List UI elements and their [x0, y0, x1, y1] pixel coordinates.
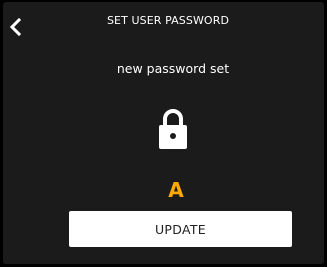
status-message: new password set	[116, 61, 230, 76]
back-button[interactable]	[8, 17, 24, 37]
lock-icon	[158, 108, 188, 150]
screen: SET USER PASSWORD new password set A UPD…	[3, 2, 324, 264]
device-frame: SET USER PASSWORD new password set A UPD…	[0, 0, 327, 267]
option-letter-label: A	[168, 178, 184, 202]
update-button-label: UPDATE	[154, 221, 206, 237]
page-title: SET USER PASSWORD	[106, 14, 230, 27]
update-button[interactable]: UPDATE	[69, 211, 292, 247]
chevron-left-icon	[8, 17, 24, 37]
